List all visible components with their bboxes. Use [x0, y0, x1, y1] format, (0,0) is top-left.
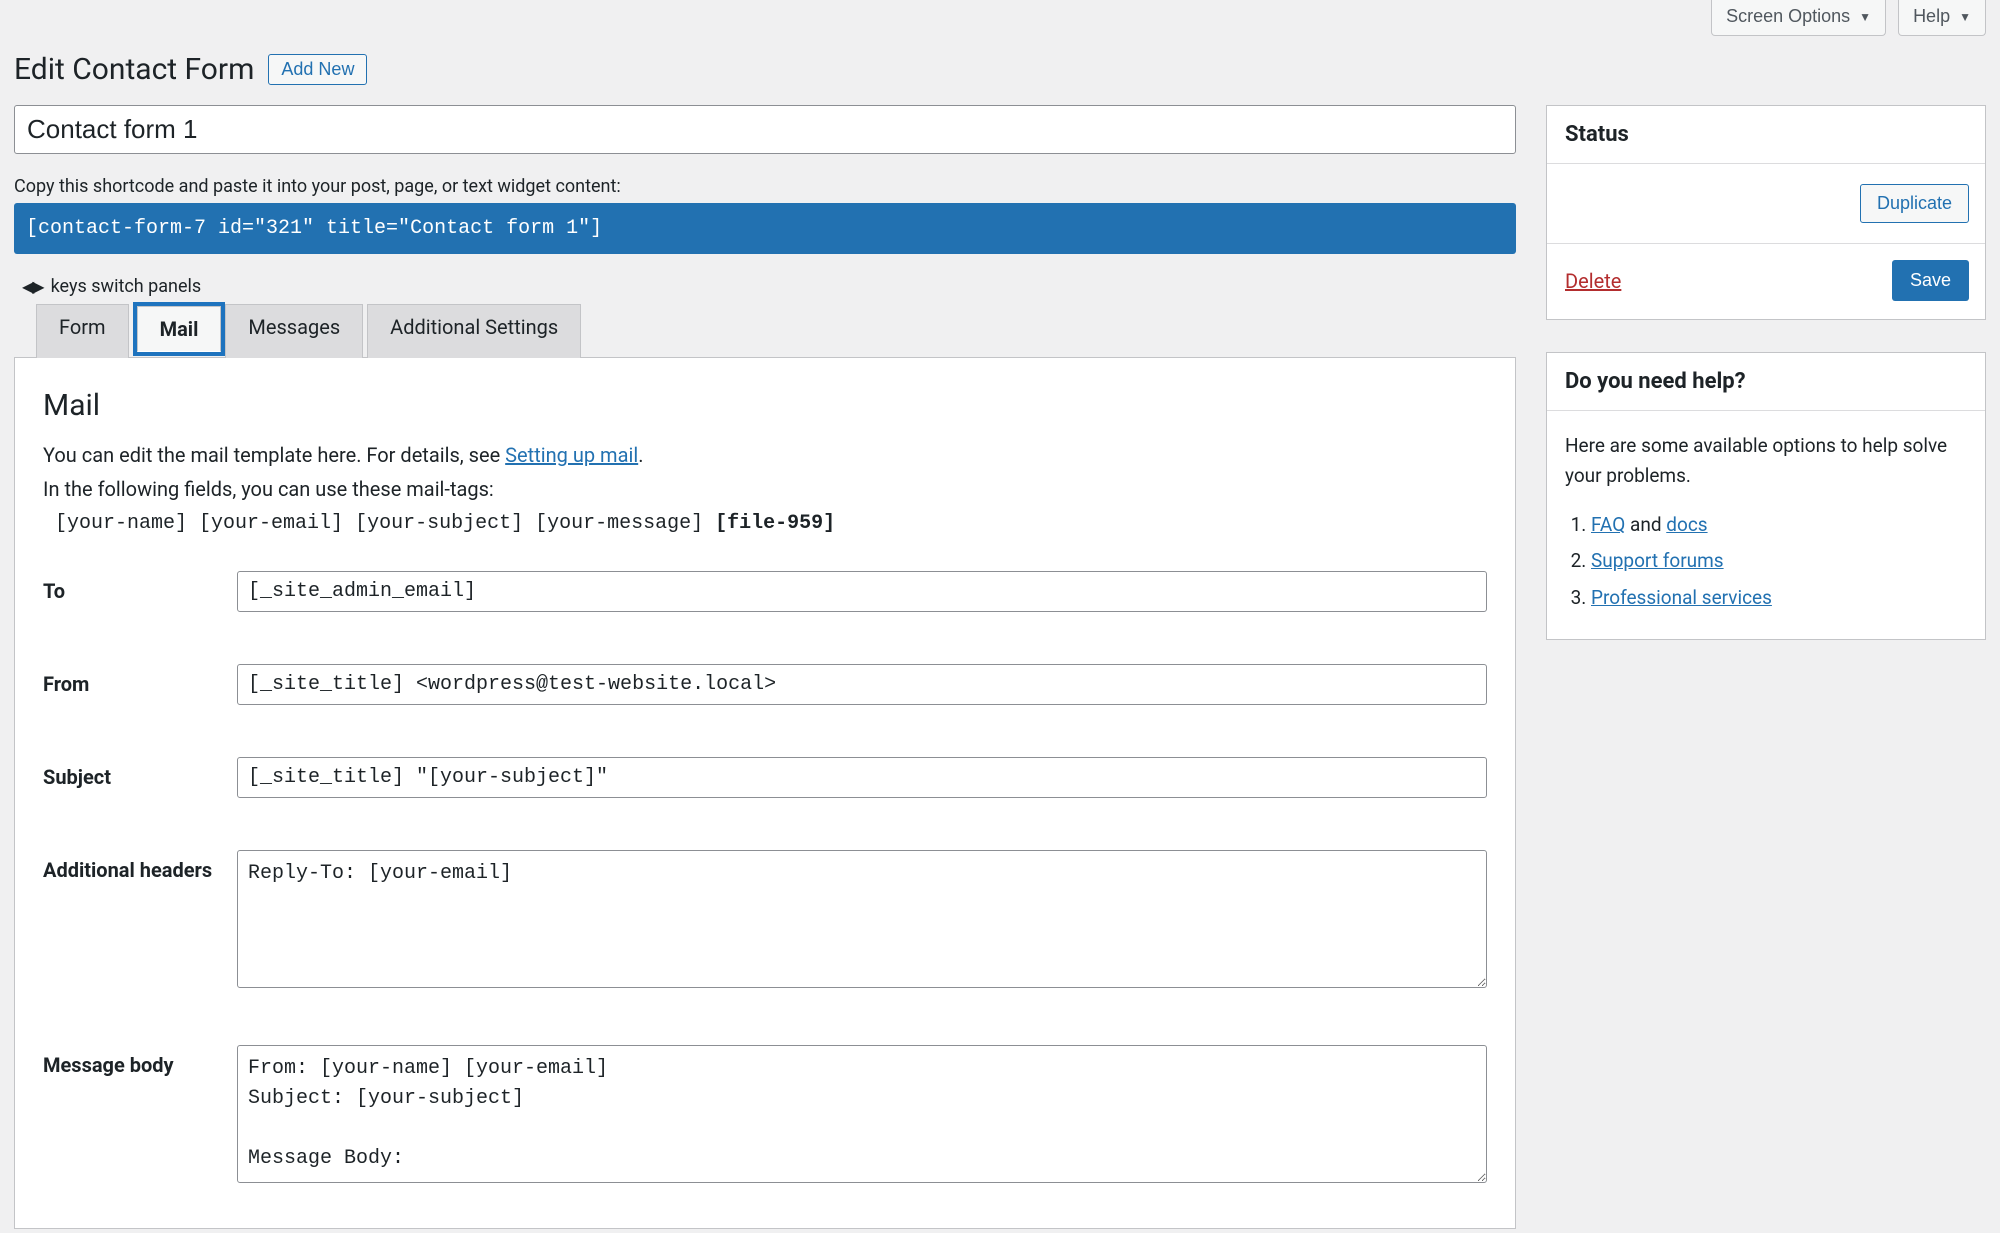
arrows-icon: ◀▶	[22, 277, 43, 296]
dropdown-icon: ▼	[1859, 10, 1871, 24]
status-box-title: Status	[1547, 106, 1985, 164]
docs-link[interactable]: docs	[1666, 513, 1707, 536]
tab-form[interactable]: Form	[36, 304, 129, 358]
page-title: Edit Contact Form	[14, 52, 254, 87]
shortcode-display[interactable]	[14, 203, 1516, 254]
tab-messages[interactable]: Messages	[225, 304, 363, 358]
tabs: Form Mail Messages Additional Settings	[14, 303, 1516, 357]
professional-services-link[interactable]: Professional services	[1591, 586, 1772, 609]
mail-desc-2: In the following fields, you can use the…	[43, 473, 1487, 505]
from-input[interactable]	[237, 664, 1487, 705]
faq-link[interactable]: FAQ	[1591, 513, 1625, 536]
support-forums-link[interactable]: Support forums	[1591, 549, 1724, 572]
form-title-input[interactable]	[14, 105, 1516, 154]
duplicate-button[interactable]: Duplicate	[1860, 184, 1969, 223]
help-item-services: Professional services	[1591, 583, 1967, 613]
mail-desc-1: You can edit the mail template here. For…	[43, 439, 1487, 471]
subject-label: Subject	[43, 757, 227, 789]
help-box-title: Do you need help?	[1547, 353, 1985, 411]
mail-tags: [your-name] [your-email] [your-subject] …	[43, 507, 1487, 541]
screen-options-button[interactable]: Screen Options ▼	[1711, 0, 1886, 36]
message-body-label: Message body	[43, 1045, 227, 1077]
help-button[interactable]: Help ▼	[1898, 0, 1986, 36]
shortcode-label: Copy this shortcode and paste it into yo…	[14, 176, 1516, 197]
status-box: Status Duplicate Delete Save	[1546, 105, 1986, 320]
additional-headers-label: Additional headers	[43, 850, 227, 882]
help-item-faq-docs: FAQ and docs	[1591, 510, 1967, 540]
setting-up-mail-link[interactable]: Setting up mail	[505, 443, 638, 467]
help-item-forums: Support forums	[1591, 546, 1967, 576]
to-input[interactable]	[237, 571, 1487, 612]
mail-panel: Mail You can edit the mail template here…	[14, 357, 1516, 1229]
message-body-textarea[interactable]: From: [your-name] [your-email] Subject: …	[237, 1045, 1487, 1183]
help-box: Do you need help? Here are some availabl…	[1546, 352, 1986, 640]
tab-additional-settings[interactable]: Additional Settings	[367, 304, 581, 358]
additional-headers-textarea[interactable]: Reply-To: [your-email]	[237, 850, 1487, 988]
keys-hint: ◀▶ keys switch panels	[22, 276, 1516, 297]
save-button[interactable]: Save	[1892, 260, 1969, 301]
to-label: To	[43, 571, 227, 603]
tab-mail[interactable]: Mail	[137, 306, 222, 352]
help-intro: Here are some available options to help …	[1565, 431, 1967, 492]
delete-link[interactable]: Delete	[1565, 269, 1621, 293]
subject-input[interactable]	[237, 757, 1487, 798]
dropdown-icon: ▼	[1959, 10, 1971, 24]
add-new-button[interactable]: Add New	[268, 54, 367, 85]
mail-heading: Mail	[43, 388, 1487, 423]
from-label: From	[43, 664, 227, 696]
